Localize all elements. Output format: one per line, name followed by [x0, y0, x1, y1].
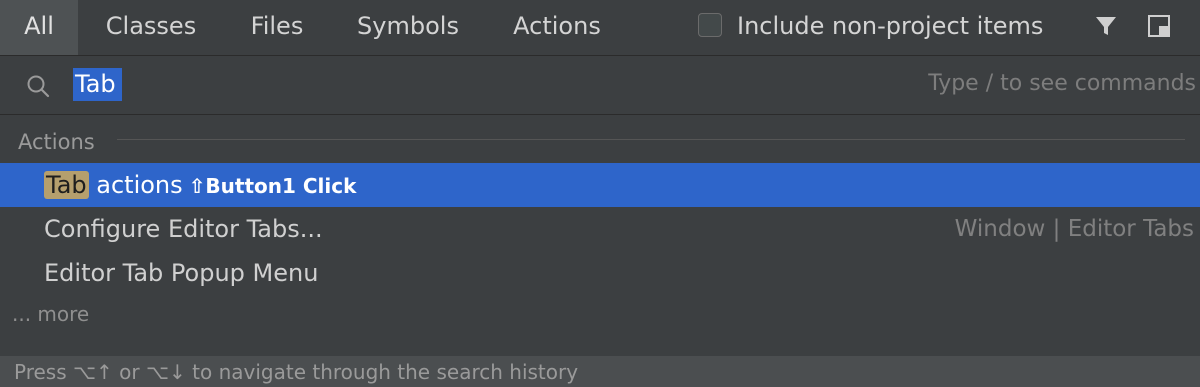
result-title: Tab actions ⇧Button1 Click: [44, 163, 356, 208]
group-divider: [117, 139, 1185, 140]
tab-all[interactable]: All: [0, 0, 78, 55]
result-location: Window | Editor Tabs: [954, 216, 1194, 242]
window-icon[interactable]: [1147, 14, 1171, 38]
tab-symbols[interactable]: Symbols: [340, 0, 476, 55]
tab-files[interactable]: Files: [234, 0, 320, 55]
search-everywhere-popup: All Classes Files Symbols Actions Includ…: [0, 0, 1200, 387]
match-highlight: Tab: [44, 171, 89, 199]
result-row[interactable]: Configure Editor Tabs... Window | Editor…: [0, 207, 1200, 251]
result-title: Configure Editor Tabs...: [44, 215, 323, 243]
result-title-rest: actions: [88, 171, 183, 199]
footer-hint: Press ⌥↑ or ⌥↓ to navigate through the s…: [14, 360, 579, 384]
tab-actions[interactable]: Actions: [496, 0, 618, 55]
tab-classes[interactable]: Classes: [88, 0, 214, 55]
status-footer: Press ⌥↑ or ⌥↓ to navigate through the s…: [0, 356, 1200, 387]
group-header-actions: Actions: [18, 130, 95, 154]
result-row[interactable]: Editor Tab Popup Menu: [0, 251, 1200, 295]
search-hint: Type / to see commands: [928, 71, 1196, 96]
result-title: Editor Tab Popup Menu: [44, 259, 319, 287]
include-non-project-checkbox[interactable]: [698, 13, 722, 37]
result-shortcut: ⇧Button1 Click: [188, 174, 357, 198]
scope-tab-bar: All Classes Files Symbols Actions Includ…: [0, 0, 1200, 56]
search-input[interactable]: Tab: [73, 68, 122, 101]
result-row[interactable]: Tab actions ⇧Button1 Click: [0, 163, 1200, 207]
search-icon: [27, 75, 50, 98]
search-row: Tab Type / to see commands: [0, 56, 1200, 115]
include-non-project-label[interactable]: Include non-project items: [737, 0, 1043, 52]
more-link[interactable]: ... more: [12, 299, 89, 329]
filter-icon[interactable]: [1094, 14, 1118, 38]
